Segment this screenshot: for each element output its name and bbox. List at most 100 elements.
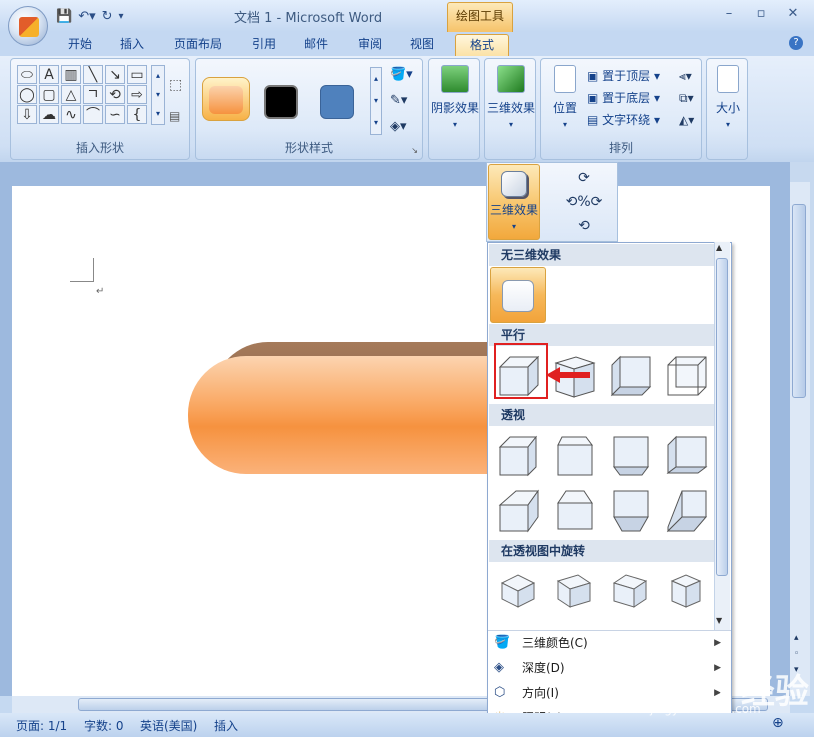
perspective-cube-6-icon[interactable] — [552, 487, 598, 533]
tilt-down-icon[interactable]: ⟲ — [578, 218, 590, 234]
vertical-textbox-icon[interactable]: ▥ — [61, 65, 81, 84]
tilt-up-icon[interactable]: ⟳ — [578, 170, 590, 186]
triangle-shape-icon[interactable]: △ — [61, 85, 81, 104]
perspective-cube-5-icon[interactable] — [496, 487, 542, 533]
tilt-controls[interactable]: ⟳ ⟲%⟳ ⟲ — [554, 166, 614, 238]
shapes-gallery-scroll[interactable]: ▴ ▾ ▾ — [151, 65, 165, 125]
minimize-icon[interactable]: – — [714, 4, 744, 24]
dialog-launcher-icon[interactable]: ↘ — [411, 146, 418, 155]
freeform-icon[interactable]: ∿ — [61, 105, 81, 124]
style-swatch-orange[interactable] — [202, 77, 250, 121]
arrow-shape-icon[interactable]: ↘ — [105, 65, 125, 84]
styles-gallery-scroll[interactable]: ▴ ▾ ▾ — [370, 67, 382, 135]
dropdown-scroll-down-icon[interactable]: ▼ — [716, 616, 722, 625]
menu-3d-color[interactable]: 🪣 三维颜色(C) ▶ — [488, 631, 731, 656]
rectangle-shape-icon[interactable]: ▭ — [127, 65, 147, 84]
perspective-cube-8-icon[interactable] — [664, 487, 710, 533]
section-perspective: 透视 — [489, 404, 715, 426]
3d-effects-button[interactable]: 三维效果 ▾ — [488, 164, 540, 240]
office-button[interactable] — [8, 6, 48, 46]
send-to-back-icon: ▣ — [587, 91, 603, 105]
tab-insert[interactable]: 插入 — [120, 34, 144, 56]
perspective-cube-1-icon[interactable] — [496, 433, 542, 479]
shape-outline-icon[interactable]: ✎▾ — [390, 93, 407, 108]
curve-shape-icon[interactable]: ∽ — [105, 105, 125, 124]
line-shape-icon[interactable]: ╲ — [83, 65, 103, 84]
group-3d-effects: 三维效果 ▾ — [484, 58, 536, 160]
perspective-cube-7-icon[interactable] — [608, 487, 654, 533]
tab-mailings[interactable]: 邮件 — [304, 34, 328, 56]
perspective-cube-3-icon[interactable] — [608, 433, 654, 479]
group-label: 排列 — [608, 141, 633, 155]
down-arrow-shape-icon[interactable]: ⇩ — [17, 105, 37, 124]
perspective-cube-4-icon[interactable] — [664, 433, 710, 479]
position-button[interactable]: 位置 ▾ — [545, 65, 585, 130]
style-swatch-black[interactable] — [264, 85, 298, 119]
status-words[interactable]: 字数: 0 — [84, 717, 124, 734]
tab-home[interactable]: 开始 — [68, 34, 92, 56]
dropdown-scroll-thumb[interactable] — [716, 258, 728, 576]
dropdown-scroll-up-icon[interactable]: ▲ — [716, 243, 722, 252]
textbox-shape-icon[interactable]: A — [39, 65, 59, 84]
parallel-cube-3-icon[interactable] — [608, 353, 654, 399]
depth-icon: ◈ — [494, 660, 504, 675]
3d-effects-ribbon-button[interactable]: 三维效果 ▾ — [487, 65, 535, 130]
tab-references[interactable]: 引用 — [252, 34, 276, 56]
shadow-effects-button[interactable]: 阴影效果 ▾ — [431, 65, 479, 130]
no-3d-option[interactable] — [490, 267, 546, 323]
tab-format[interactable]: 格式 — [455, 34, 510, 56]
curved-connector-icon[interactable]: ⟲ — [105, 85, 125, 104]
oval-shape-icon[interactable]: ⬭ — [17, 65, 37, 84]
status-language[interactable]: 英语(美国) — [140, 717, 197, 734]
zoom-in-icon[interactable]: ⊕ — [772, 715, 784, 731]
cloud-shape-icon[interactable]: ☁ — [39, 105, 59, 124]
send-to-back-button[interactable]: ▣ 置于底层 ▾ — [587, 89, 660, 106]
tilt-right-icon[interactable]: ⟳ — [591, 194, 603, 210]
shapes-gallery[interactable]: ⬭ A ▥ ╲ ↘ ▭ ◯ ▢ △ ㄱ ⟲ ⇨ ⇩ ☁ ∿ ⌒ ∽ { — [17, 65, 149, 125]
undo-icon[interactable]: ↶▾ — [78, 9, 95, 24]
ribbon: ⬭ A ▥ ╲ ↘ ▭ ◯ ▢ △ ㄱ ⟲ ⇨ ⇩ ☁ ∿ ⌒ ∽ { ▴ ▾ ▾ … — [0, 56, 814, 162]
arc-shape-icon[interactable]: ⌒ — [83, 105, 103, 124]
right-arrow-shape-icon[interactable]: ⇨ — [127, 85, 147, 104]
elbow-connector-icon[interactable]: ㄱ — [83, 85, 103, 104]
bring-to-front-button[interactable]: ▣ 置于顶层 ▾ — [587, 67, 660, 84]
status-insert-mode[interactable]: 插入 — [214, 717, 238, 734]
edit-shape-icon[interactable]: ⬚ — [169, 77, 182, 93]
tab-page-layout[interactable]: 页面布局 — [174, 34, 222, 56]
3d-toggle-icon[interactable]: % — [577, 194, 590, 210]
restore-icon[interactable]: ▫ — [746, 4, 776, 24]
brace-shape-icon[interactable]: { — [127, 105, 147, 124]
help-icon[interactable]: ? — [789, 36, 803, 50]
rotate-cube-3-icon[interactable] — [610, 571, 650, 611]
close-icon[interactable]: ✕ — [778, 4, 808, 24]
customize-qat-icon[interactable]: ▾ — [119, 11, 124, 22]
ellipse-shape-icon[interactable]: ◯ — [17, 85, 37, 104]
shape-fill-icon[interactable]: 🪣▾ — [390, 67, 413, 82]
group-size: 大小 ▾ — [706, 58, 748, 160]
parallel-cube-4-icon[interactable] — [664, 353, 710, 399]
vertical-scroll-thumb[interactable] — [792, 204, 806, 398]
align-rotate-icons[interactable]: ⫷▾ ⧉▾ ◭▾ — [679, 65, 694, 131]
tab-view[interactable]: 视图 — [410, 34, 434, 56]
redo-icon[interactable]: ↻ — [102, 9, 113, 24]
size-button[interactable]: 大小 ▾ — [709, 65, 747, 130]
office-logo-icon — [19, 17, 39, 37]
position-icon — [554, 65, 576, 93]
paragraph-mark-icon: ↵ — [96, 286, 105, 297]
status-page[interactable]: 页面: 1/1 — [16, 717, 67, 734]
rotate-cube-2-icon[interactable] — [554, 571, 594, 611]
tilt-left-icon[interactable]: ⟲ — [566, 194, 578, 210]
perspective-cube-2-icon[interactable] — [552, 433, 598, 479]
3d-cube-icon — [501, 171, 527, 197]
group-label: 插入形状 — [75, 141, 124, 155]
style-swatch-blue[interactable] — [320, 85, 354, 119]
change-shape-icon[interactable]: ◈▾ — [390, 119, 407, 134]
tab-review[interactable]: 审阅 — [358, 34, 382, 56]
rotate-cube-1-icon[interactable] — [498, 571, 538, 611]
rounded-shape[interactable] — [188, 356, 508, 474]
rounded-rect-icon[interactable]: ▢ — [39, 85, 59, 104]
text-wrapping-button[interactable]: ▤ 文字环绕 ▾ — [587, 111, 660, 128]
save-icon[interactable]: 💾 — [56, 9, 72, 24]
text-box-icon[interactable]: ▤ — [169, 109, 180, 123]
rotate-cube-4-icon[interactable] — [666, 571, 706, 611]
